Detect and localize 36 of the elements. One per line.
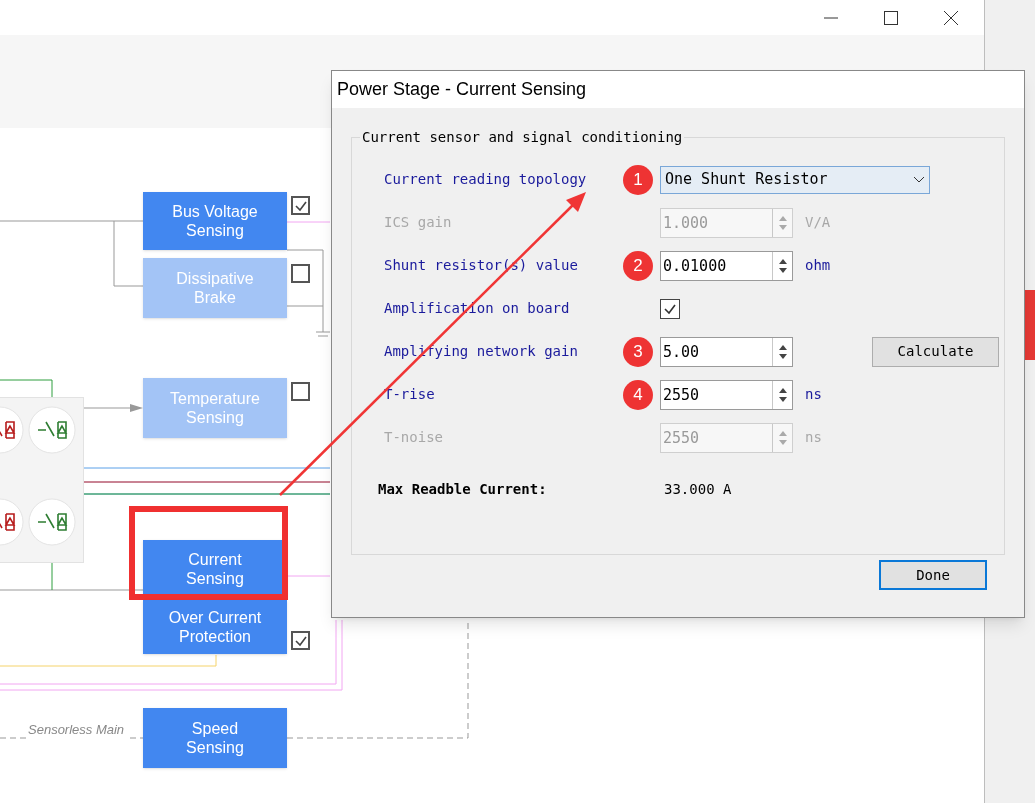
step-badge: 1 <box>623 164 653 195</box>
step-badge: 2 <box>623 250 653 281</box>
module-block[interactable]: Temperature Sensing <box>143 378 287 438</box>
checkbox[interactable] <box>291 631 310 650</box>
transistor-icon <box>28 406 76 454</box>
checkbox[interactable] <box>291 196 310 215</box>
checkbox[interactable] <box>291 382 310 401</box>
field-label: T-rise <box>384 385 436 404</box>
spin-field[interactable]: 2550 <box>660 379 793 410</box>
close-icon[interactable] <box>944 10 958 25</box>
checkbox[interactable] <box>660 298 680 319</box>
module-block[interactable]: Speed Sensing <box>143 708 287 768</box>
unit-label: ohm <box>805 256 831 275</box>
spin-field[interactable]: 0.01000 <box>660 250 793 281</box>
field-label: Current reading topology <box>384 170 588 189</box>
maximize-icon[interactable] <box>884 10 898 25</box>
unit-label: V/A <box>805 213 831 232</box>
step-badge: 4 <box>623 379 653 410</box>
spin-field[interactable]: 5.00 <box>660 336 793 367</box>
chevron-down-icon <box>913 176 925 183</box>
field-label: T-noise <box>384 428 444 447</box>
step-badge: 3 <box>623 336 653 367</box>
transistor-icon <box>28 498 76 546</box>
topology-dropdown[interactable]: One Shunt Resistor <box>660 165 930 194</box>
result-value: 33.000 A <box>664 480 732 499</box>
checkbox[interactable] <box>291 264 310 283</box>
done-button[interactable]: Done <box>879 560 987 590</box>
module-block[interactable]: Dissipative Brake <box>143 258 287 318</box>
unit-label: ns <box>805 385 822 404</box>
result-label: Max Readble Current: <box>378 480 548 499</box>
module-block[interactable]: Over Current Protection <box>143 600 287 654</box>
unit-label: ns <box>805 428 822 447</box>
field-label: ICS gain <box>384 213 453 232</box>
dialog-title: Power Stage - Current Sensing <box>337 78 587 101</box>
calculate-button[interactable]: Calculate <box>872 336 999 367</box>
module-block[interactable]: Bus Voltage Sensing <box>143 192 287 250</box>
